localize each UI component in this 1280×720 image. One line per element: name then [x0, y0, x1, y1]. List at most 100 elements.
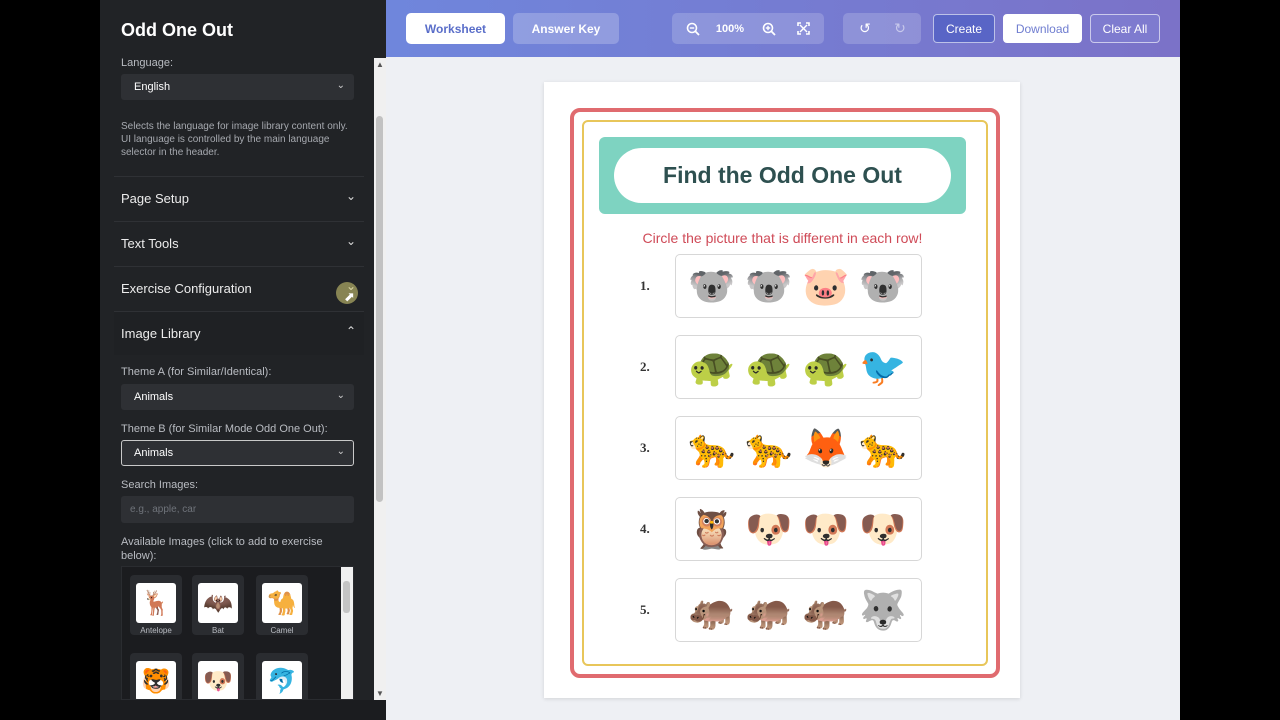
language-label: Language:: [121, 58, 173, 69]
fox-icon[interactable]: 🦊: [800, 423, 852, 475]
exercise-row-2[interactable]: 🐢 🐢 🐢 🐦: [675, 335, 922, 399]
zoom-out-icon[interactable]: [678, 13, 708, 44]
row-number: 4.: [640, 521, 650, 536]
zoom-controls: 100%: [672, 13, 824, 44]
image-tile-camel[interactable]: 🐪 Camel: [256, 575, 308, 635]
tab-answer-key[interactable]: Answer Key: [513, 13, 619, 44]
image-library-scrollbar[interactable]: [341, 567, 353, 699]
exercise-row-1[interactable]: 🐨 🐨 🐷 🐨: [675, 254, 922, 318]
top-toolbar: Worksheet Answer Key 100% ↺ ↻ Create Dow…: [386, 0, 1180, 57]
search-images-input[interactable]: [121, 496, 354, 523]
zoom-level: 100%: [715, 22, 745, 35]
owl-icon[interactable]: 🦉: [686, 504, 738, 556]
theme-b-value: Animals: [134, 447, 174, 459]
download-button[interactable]: Download: [1003, 14, 1082, 43]
wolf-icon[interactable]: 🐺: [857, 585, 909, 637]
hippo-icon[interactable]: 🦛: [686, 585, 738, 637]
dog-icon[interactable]: 🐶: [857, 504, 909, 556]
cheetah-icon[interactable]: 🐆: [686, 423, 738, 475]
exercise-row-3[interactable]: 🐆 🐆 🦊 🐆: [675, 416, 922, 480]
chevron-down-icon: ⌄: [345, 189, 356, 203]
row-number: 5.: [640, 602, 650, 617]
scrollbar-thumb[interactable]: [376, 116, 383, 502]
antelope-icon: 🦌: [136, 583, 176, 623]
theme-b-select[interactable]: Animals ⌄: [121, 440, 354, 466]
fit-screen-icon[interactable]: [788, 13, 818, 44]
available-images-label: Available Images (click to add to exerci…: [121, 536, 323, 562]
tab-worksheet[interactable]: Worksheet: [406, 13, 505, 44]
dog-icon[interactable]: 🐶: [743, 504, 795, 556]
sidebar: Odd One Out Language: English ⌄ Selects …: [100, 0, 386, 720]
section-page-setup[interactable]: Page Setup ⌄: [114, 176, 364, 220]
row-number: 2.: [640, 359, 650, 374]
sidebar-scrollbar[interactable]: ▲ ▼: [374, 58, 386, 700]
bat-icon: 🦇: [198, 583, 238, 623]
dog-icon: 🐶: [198, 661, 238, 699]
row-number: 3.: [640, 440, 650, 455]
chevron-down-icon: ⌄: [336, 446, 345, 457]
undo-icon[interactable]: ↺: [850, 13, 880, 44]
hippo-icon[interactable]: 🦛: [743, 585, 795, 637]
theme-a-label: Theme A (for Similar/Identical):: [121, 366, 272, 378]
image-tile-dog[interactable]: 🐶: [192, 653, 244, 699]
clear-all-button[interactable]: Clear All: [1090, 14, 1160, 43]
language-select[interactable]: English ⌄: [121, 74, 354, 100]
exercise-row-5[interactable]: 🦛 🦛 🦛 🐺: [675, 578, 922, 642]
image-tile-caption: Antelope: [140, 626, 172, 635]
image-tile-dolphin[interactable]: 🐬: [256, 653, 308, 699]
history-controls: ↺ ↻: [843, 13, 921, 44]
pig-icon[interactable]: 🐷: [800, 261, 852, 313]
camel-icon: 🐪: [262, 583, 302, 623]
section-label: Image Library: [121, 326, 201, 341]
language-help-text: Selects the language for image library c…: [121, 121, 348, 158]
cheetah-icon[interactable]: 🐆: [743, 423, 795, 475]
section-image-library[interactable]: Image Library ⌃: [114, 311, 364, 355]
theme-b-label: Theme B (for Similar Mode Odd One Out):: [121, 423, 328, 435]
woodpecker-icon[interactable]: 🐦: [857, 342, 909, 394]
theme-a-select[interactable]: Animals ⌄: [121, 384, 354, 410]
image-tile-bat[interactable]: 🦇 Bat: [192, 575, 244, 635]
koala-icon[interactable]: 🐨: [857, 261, 909, 313]
cheetah-icon[interactable]: 🐆: [857, 423, 909, 475]
scroll-down-icon[interactable]: ▼: [376, 689, 384, 698]
tiger-icon: 🐯: [136, 661, 176, 699]
worksheet-instruction[interactable]: Circle the picture that is different in …: [599, 230, 966, 246]
sidebar-footer: [100, 700, 386, 720]
app-window: Odd One Out Language: English ⌄ Selects …: [100, 0, 1180, 720]
redo-icon[interactable]: ↻: [885, 13, 915, 44]
worksheet-title[interactable]: Find the Odd One Out: [614, 148, 951, 203]
koala-icon[interactable]: 🐨: [686, 261, 738, 313]
hippo-icon[interactable]: 🦛: [800, 585, 852, 637]
theme-a-value: Animals: [134, 391, 174, 403]
title-banner: Find the Odd One Out: [599, 137, 966, 214]
scroll-up-icon[interactable]: ▲: [376, 60, 384, 69]
zoom-in-icon[interactable]: [754, 13, 784, 44]
section-label: Page Setup: [121, 191, 189, 206]
section-text-tools[interactable]: Text Tools ⌄: [114, 221, 364, 265]
dog-icon[interactable]: 🐶: [800, 504, 852, 556]
turtle-icon[interactable]: 🐢: [686, 342, 738, 394]
chevron-down-icon: ⌄: [345, 234, 356, 248]
image-tile-antelope[interactable]: 🦌 Antelope: [130, 575, 182, 635]
dolphin-icon: 🐬: [262, 661, 302, 699]
row-number: 1.: [640, 278, 650, 293]
turtle-icon[interactable]: 🐢: [743, 342, 795, 394]
turtle-icon[interactable]: 🐢: [800, 342, 852, 394]
exercise-row-4[interactable]: 🦉 🐶 🐶 🐶: [675, 497, 922, 561]
image-tile-tiger[interactable]: 🐯: [130, 653, 182, 699]
worksheet-page: Find the Odd One Out Circle the picture …: [544, 82, 1020, 698]
image-tile-caption: Bat: [211, 626, 224, 635]
section-exercise-configuration[interactable]: Exercise Configuration ⌄: [114, 266, 364, 310]
chevron-up-icon: ⌃: [345, 324, 356, 338]
image-library-grid[interactable]: 🦌 Antelope 🦇 Bat 🐪 Camel 🐯 🐶 🐬: [121, 566, 354, 700]
scrollbar-thumb[interactable]: [343, 581, 350, 613]
mouse-pointer-icon: ⬈: [344, 289, 355, 304]
koala-icon[interactable]: 🐨: [743, 261, 795, 313]
create-button[interactable]: Create: [933, 14, 995, 43]
search-images-label: Search Images:: [121, 479, 199, 491]
chevron-down-icon: ⌄: [336, 390, 345, 401]
image-tile-caption: Camel: [270, 626, 294, 635]
section-label: Exercise Configuration: [121, 281, 252, 296]
section-label: Text Tools: [121, 236, 179, 251]
chevron-down-icon: ⌄: [336, 80, 345, 91]
